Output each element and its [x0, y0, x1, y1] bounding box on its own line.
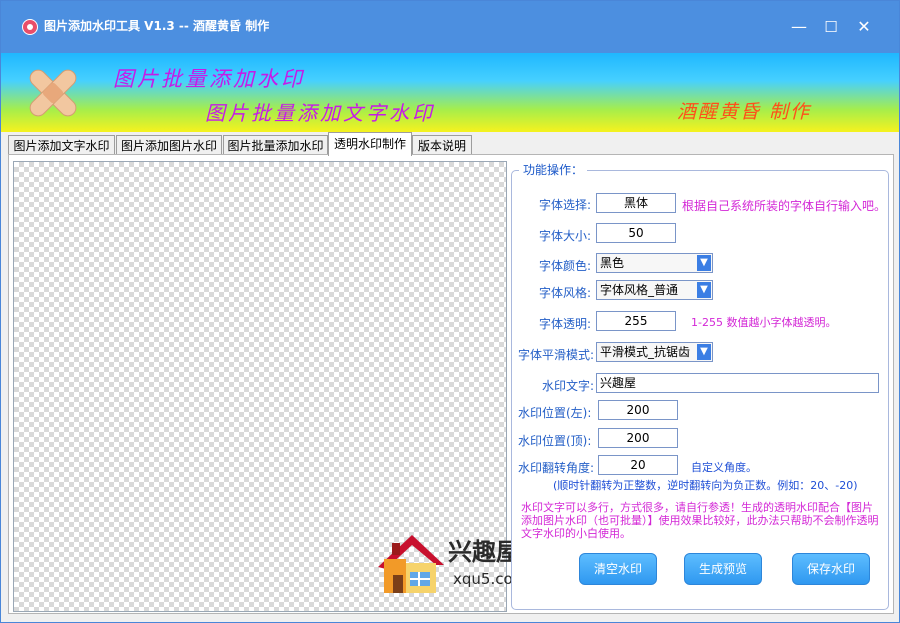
rotate-angle-hint: 自定义角度。 — [691, 461, 757, 474]
position-top-label: 水印位置(顶): — [518, 434, 592, 448]
position-left-input[interactable]: 200 — [598, 400, 678, 420]
font-style-label: 字体风格: — [539, 286, 592, 300]
banner-author: 酒醒黄昏 制作 — [677, 101, 812, 123]
smoothing-select[interactable]: 平滑模式_抗锯齿 ▼ — [596, 342, 713, 362]
chevron-down-icon[interactable]: ▼ — [697, 282, 711, 298]
tab-batch-watermark[interactable]: 图片批量添加水印 — [223, 135, 328, 156]
position-left-label: 水印位置(左): — [518, 406, 592, 420]
main-window: 图片添加水印工具 V1.3 -- 酒醒黄昏 制作 — ☐ ✕ 图片批量添加水印 … — [0, 0, 900, 623]
function-panel-title: 功能操作： — [519, 161, 588, 178]
generate-preview-button[interactable]: 生成预览 — [684, 553, 762, 585]
house-logo-icon — [378, 535, 444, 593]
font-style-value: 字体风格_普通 — [600, 283, 679, 297]
font-size-input[interactable]: 50 — [596, 223, 676, 243]
chevron-down-icon[interactable]: ▼ — [697, 344, 711, 360]
font-color-value: 黑色 — [600, 256, 625, 270]
bandaid-logo-icon — [29, 69, 77, 117]
banner-title: 图片批量添加水印 — [113, 67, 305, 91]
close-button[interactable]: ✕ — [852, 15, 876, 39]
save-watermark-button[interactable]: 保存水印 — [792, 553, 870, 585]
font-select-input[interactable]: 黑体 — [596, 193, 676, 213]
rotate-angle-input[interactable]: 20 — [598, 455, 678, 475]
font-select-label: 字体选择: — [539, 198, 592, 212]
font-style-select[interactable]: 字体风格_普通 ▼ — [596, 280, 713, 300]
maximize-button[interactable]: ☐ — [819, 15, 843, 39]
clear-watermark-button[interactable]: 清空水印 — [579, 553, 657, 585]
smoothing-label: 字体平滑模式: — [518, 348, 595, 362]
minimize-button[interactable]: — — [787, 15, 811, 39]
font-opacity-hint: 1-255 数值越小字体越透明。 — [691, 316, 837, 329]
font-opacity-label: 字体透明: — [539, 317, 592, 331]
tab-transparent-watermark[interactable]: 透明水印制作 — [328, 132, 412, 156]
watermark-text-label: 水印文字: — [542, 379, 595, 393]
tab-text-watermark[interactable]: 图片添加文字水印 — [8, 135, 115, 156]
banner-subtitle: 图片批量添加文字水印 — [205, 101, 435, 125]
font-select-hint: 根据自己系统所装的字体自行输入吧。 — [682, 199, 887, 213]
font-opacity-input[interactable]: 255 — [596, 311, 676, 331]
font-color-label: 字体颜色: — [539, 259, 592, 273]
position-top-input[interactable]: 200 — [598, 428, 678, 448]
smoothing-value: 平滑模式_抗锯齿 — [600, 345, 691, 359]
rotate-angle-note: (顺时针翻转为正整数，逆时翻转向为负正数。例如：20、-20) — [553, 479, 858, 492]
banner: 图片批量添加水印 图片批量添加文字水印 酒醒黄昏 制作 — [1, 53, 899, 132]
tab-image-watermark[interactable]: 图片添加图片水印 — [116, 135, 222, 156]
font-color-select[interactable]: 黑色 ▼ — [596, 253, 713, 273]
title-bar: 图片添加水印工具 V1.3 -- 酒醒黄昏 制作 — ☐ ✕ — [1, 1, 899, 53]
usage-info-text: 水印文字可以多行，方式很多，请自行参透！生成的透明水印配合【图片添加图片水印（也… — [521, 501, 879, 540]
watermark-text-input[interactable]: 兴趣屋 — [596, 373, 879, 393]
chevron-down-icon[interactable]: ▼ — [697, 255, 711, 271]
app-icon — [22, 19, 38, 35]
logo-name: 兴趣屋 — [448, 538, 520, 566]
font-size-label: 字体大小: — [539, 229, 592, 243]
tab-version-info[interactable]: 版本说明 — [412, 135, 472, 156]
window-title: 图片添加水印工具 V1.3 -- 酒醒黄昏 制作 — [44, 19, 270, 33]
rotate-angle-label: 水印翻转角度: — [518, 461, 595, 475]
